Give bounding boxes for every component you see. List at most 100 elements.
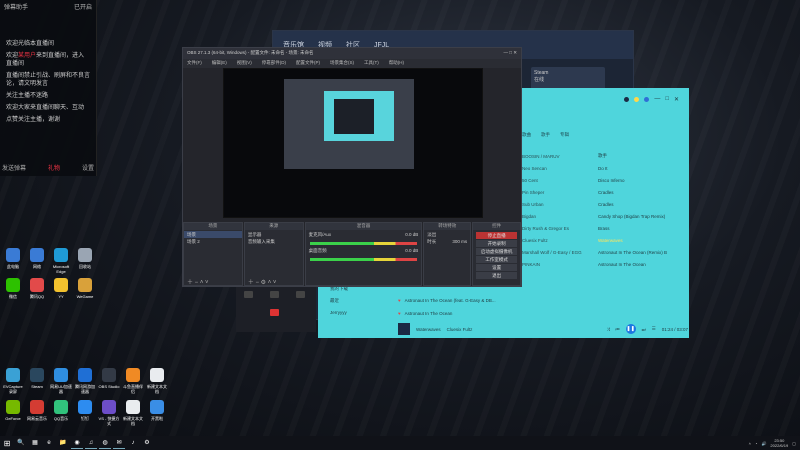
desktop-icon[interactable]: 新建文本文档: [146, 368, 168, 394]
previous-icon[interactable]: ⏮: [616, 327, 620, 332]
obs-titlebar[interactable]: OBS 27.1.3 (64-bit, Windows) - 配置文件: 未命名…: [183, 48, 521, 59]
window-controls[interactable]: — □ ✕: [504, 50, 518, 57]
song-row[interactable]: Marshall Wolf / G-Easy / EGG Astronaut In…: [522, 246, 682, 258]
song-row[interactable]: Bigdan Candy Shop (Bigdan Trap Remix): [522, 210, 682, 222]
playlist-icon[interactable]: ☰: [652, 326, 656, 332]
notification-icon[interactable]: ▢: [792, 441, 796, 446]
column-header[interactable]: 歌曲: [522, 132, 531, 138]
start-recording-button[interactable]: 开始录制: [476, 240, 518, 247]
chevron-up-icon[interactable]: ˄: [749, 441, 751, 446]
obs-menu-item[interactable]: 配置文件(P): [296, 60, 320, 67]
taskbar-app-icon[interactable]: ♫: [85, 437, 97, 449]
avatar[interactable]: [624, 96, 630, 102]
clock[interactable]: 23:50 2022/6/19: [770, 438, 788, 448]
obs-menu-item[interactable]: 帮助(H): [389, 60, 404, 67]
duration-input[interactable]: 300 ms: [452, 239, 467, 244]
gift-button[interactable]: 礼物: [48, 163, 60, 172]
desktop-icon[interactable]: 钉钉: [74, 400, 96, 421]
chat-settings-button[interactable]: 设置: [82, 163, 94, 172]
send-danmaku-button[interactable]: 发送弹幕: [2, 163, 26, 172]
obs-menu-item[interactable]: 文件(F): [187, 60, 202, 67]
pause-button[interactable]: ❚❚: [625, 324, 636, 334]
song-row[interactable]: Dirty Rush & Gregor Es Brass: [522, 222, 682, 234]
desktop-icon[interactable]: EVCapture 录屏: [2, 368, 24, 394]
desktop-icon[interactable]: 微信: [2, 278, 24, 299]
desktop-icon[interactable]: QQ音乐: [50, 400, 72, 421]
taskbar-app-icon[interactable]: ▦: [29, 437, 41, 449]
desktop-icon[interactable]: Microsoft Edge: [50, 248, 72, 274]
stop-streaming-button[interactable]: 停止直播: [476, 232, 518, 239]
volume-icon[interactable]: 🔊: [761, 441, 766, 446]
obs-menu-item[interactable]: 编辑(E): [212, 60, 227, 67]
desktop-icon[interactable]: 开黑啦: [146, 400, 168, 421]
desktop-icon[interactable]: 斗鱼直播伴侣: [122, 368, 144, 394]
transition-select[interactable]: 淡出: [424, 231, 470, 238]
vip-icon[interactable]: [634, 96, 640, 102]
next-icon[interactable]: ⏭: [642, 327, 646, 332]
taskbar-app-icon[interactable]: ✉: [113, 437, 125, 449]
column-header[interactable]: 歌手: [541, 132, 550, 138]
desktop-icon[interactable]: 此电脑: [2, 248, 24, 269]
source-item[interactable]: 音频输入采集: [245, 238, 303, 245]
live-icon[interactable]: [270, 309, 279, 316]
taskbar-app-icon[interactable]: ◍: [99, 437, 111, 449]
settings-button[interactable]: 设置: [476, 264, 518, 271]
scene-toolbar[interactable]: ＋ − ˄ ˅: [184, 277, 242, 286]
song-row[interactable]: ♥ Astronaut In The Ocean: [398, 307, 598, 320]
source-item[interactable]: 显示器: [245, 231, 303, 238]
shuffle-icon[interactable]: ⤨: [606, 327, 610, 332]
network-icon[interactable]: ◔: [755, 441, 757, 446]
taskbar-app-icon[interactable]: e: [43, 437, 55, 449]
taskbar-app-icon[interactable]: ⚙: [141, 437, 153, 449]
exit-button[interactable]: 退出: [476, 272, 518, 279]
scene-item[interactable]: 场景 2: [184, 238, 242, 245]
song-row[interactable]: 50 Cent Disco Inferno: [522, 174, 682, 186]
heart-icon[interactable]: ♥: [398, 311, 401, 316]
studio-mode-button[interactable]: 工作室模式: [476, 256, 518, 263]
desktop-icon[interactable]: OBS Studio: [98, 368, 120, 389]
heart-icon[interactable]: ♥: [398, 298, 401, 303]
song-row[interactable]: Cluesix Fultz Waterwaves: [522, 234, 682, 246]
start-button[interactable]: ⊞: [0, 436, 14, 450]
desktop-icon[interactable]: 腾讯网游加速器: [74, 368, 96, 394]
obs-menu-item[interactable]: 停靠部件(D): [262, 60, 286, 67]
chat-title-bar[interactable]: 弹幕助手 已开启: [0, 0, 96, 12]
sidebar-item[interactable]: 最近: [318, 296, 388, 308]
taskbar-app-icon[interactable]: ♪: [127, 437, 139, 449]
source-toolbar[interactable]: ＋ − ⚙ ˄ ˅: [245, 277, 303, 286]
desktop-icon[interactable]: 回收站: [74, 248, 96, 269]
desktop-icon[interactable]: GeForce: [2, 400, 24, 421]
tool-icon[interactable]: [244, 291, 253, 298]
maximize-icon[interactable]: □: [665, 96, 669, 102]
desktop-icon[interactable]: 网络: [26, 248, 48, 269]
desktop-icon[interactable]: 新建文本文档: [122, 400, 144, 426]
close-icon[interactable]: ✕: [674, 96, 679, 103]
volume-meter[interactable]: [309, 258, 418, 261]
desktop-icon[interactable]: WeGame: [74, 278, 96, 299]
column-header[interactable]: 专辑: [560, 132, 569, 138]
skin-icon[interactable]: [644, 96, 650, 102]
song-row[interactable]: Pin Sheper Cradles: [522, 186, 682, 198]
desktop-icon[interactable]: YY: [50, 278, 72, 299]
song-row[interactable]: PINKAIN Astronaut In The Ocean: [522, 258, 682, 270]
obs-menu-item[interactable]: 场景集合(S): [330, 60, 354, 67]
obs-menu-item[interactable]: 视图(V): [237, 60, 252, 67]
desktop-icon[interactable]: 网易云音乐: [26, 400, 48, 421]
sidebar-item[interactable]: Jerryyyy: [318, 308, 388, 320]
desktop-icon[interactable]: Steam: [26, 368, 48, 389]
song-row[interactable]: ♥ Astronaut In The Ocean (feat. G-Easy & …: [398, 294, 598, 307]
chat-username[interactable]: 某用户: [18, 53, 36, 59]
taskbar-app-icon[interactable]: 🔍: [15, 437, 27, 449]
volume-meter[interactable]: [309, 242, 418, 245]
song-row[interactable]: BOOSIN / MARUV 歌手: [522, 150, 682, 162]
album-cover[interactable]: [398, 323, 410, 335]
taskbar-app-icon[interactable]: 📁: [57, 437, 69, 449]
desktop-icon[interactable]: 腾讯QQ: [26, 278, 48, 299]
taskbar-app-icon[interactable]: ◉: [71, 437, 83, 449]
obs-menu-item[interactable]: 工具(T): [364, 60, 379, 67]
minimize-icon[interactable]: —: [654, 96, 660, 102]
tool-icon[interactable]: [270, 291, 279, 298]
virtual-camera-button[interactable]: 启动虚拟摄像机: [476, 248, 518, 255]
desktop-icon[interactable]: 网易UU加速器: [50, 368, 72, 394]
song-row[interactable]: Sub Urban Cradles: [522, 198, 682, 210]
